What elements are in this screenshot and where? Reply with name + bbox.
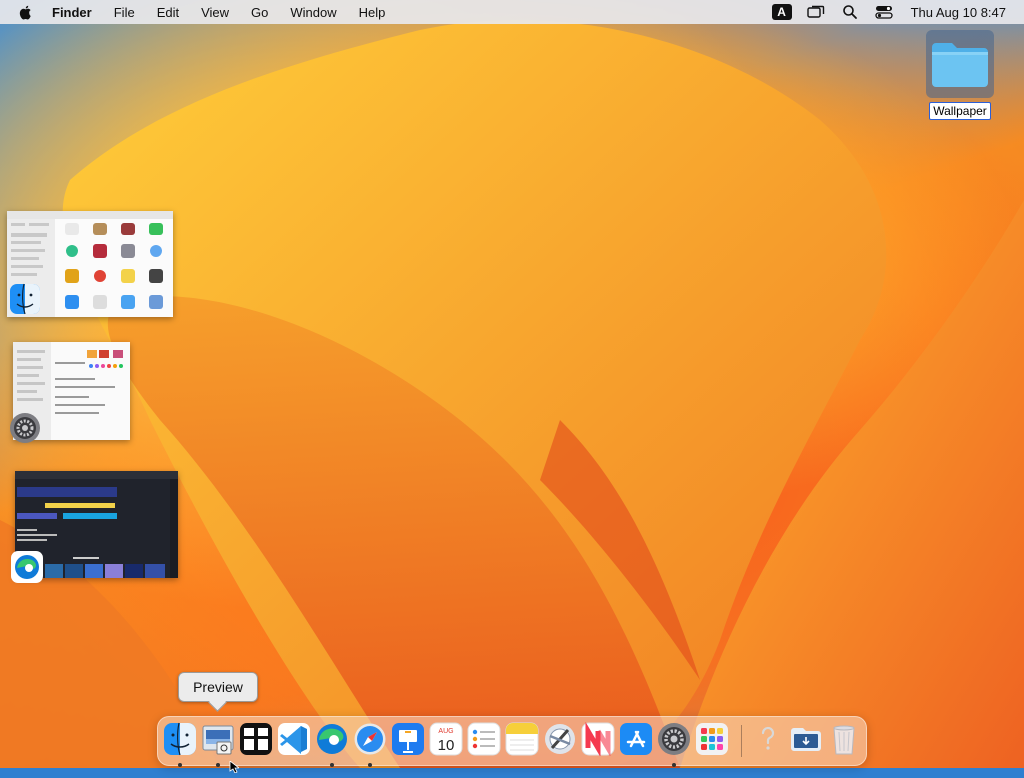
help-icon [761, 726, 775, 750]
mouse-cursor-icon [229, 760, 241, 774]
dock-item-instruments[interactable] [543, 722, 577, 756]
app-store-icon [620, 723, 652, 755]
folder-icon[interactable] [926, 30, 994, 98]
menu-bar-status-area: A Thu Aug 10 8:47 [771, 0, 1024, 24]
preview-icon [202, 725, 234, 755]
menu-view[interactable]: View [201, 5, 229, 20]
dock-item-launchpad[interactable] [695, 722, 729, 756]
vscode-icon [278, 723, 310, 755]
menu-bar-clock[interactable]: Thu Aug 10 8:47 [911, 5, 1006, 20]
dock-item-mission-control[interactable] [239, 722, 273, 756]
running-indicator [368, 763, 372, 767]
dock-item-notes[interactable] [505, 722, 539, 756]
dock-item-news[interactable] [581, 721, 615, 758]
notes-icon [505, 722, 539, 756]
dock-item-calendar[interactable]: AUG 10 [429, 722, 463, 756]
menu-file[interactable]: File [114, 5, 135, 20]
menu-go[interactable]: Go [251, 5, 268, 20]
safari-icon [354, 723, 386, 755]
input-source-icon[interactable]: A [771, 4, 793, 20]
running-indicator [216, 763, 220, 767]
dock-item-reminders[interactable] [467, 722, 501, 756]
screen-mirroring-icon[interactable] [805, 4, 827, 20]
window-thumbnail-finder[interactable] [7, 211, 173, 317]
dock-tooltip: Preview [178, 672, 258, 712]
edge-icon [11, 551, 43, 583]
downloads-folder-icon [791, 728, 821, 751]
launchpad-icon [696, 723, 728, 755]
calendar-icon: AUG 10 [429, 722, 463, 756]
spotlight-search-icon[interactable] [839, 4, 861, 20]
finder-icon [164, 722, 196, 756]
window-thumbnail-system-settings[interactable] [10, 342, 130, 443]
dock-item-help[interactable] [751, 722, 785, 756]
control-center-icon[interactable] [873, 4, 895, 20]
mission-control-icon [240, 723, 272, 755]
keynote-icon [392, 723, 424, 755]
dock-item-app-store[interactable] [619, 722, 653, 756]
dock-item-keynote[interactable] [391, 722, 425, 756]
system-settings-icon [9, 412, 41, 444]
dock-tooltip-label: Preview [193, 679, 243, 695]
dock-item-system-settings[interactable] [657, 722, 691, 767]
dock-item-trash[interactable] [827, 722, 861, 756]
desktop-folder-wallpaper[interactable]: Wallpaper [922, 30, 998, 120]
finder-icon [9, 283, 41, 315]
instruments-icon [545, 724, 575, 754]
dock-separator [741, 725, 742, 757]
news-icon [581, 721, 615, 758]
running-indicator [178, 763, 182, 767]
menu-help[interactable]: Help [359, 5, 386, 20]
calendar-day: 10 [438, 737, 455, 754]
menu-window[interactable]: Window [290, 5, 336, 20]
dock-item-edge[interactable] [315, 722, 349, 767]
window-thumbnail-edge[interactable] [11, 471, 178, 583]
menu-app-name[interactable]: Finder [52, 5, 92, 20]
input-source-badge: A [771, 4, 792, 20]
desktop-wallpaper [0, 0, 1024, 768]
dock: AUG 10 [157, 716, 867, 767]
edge-icon [317, 724, 347, 754]
reminders-icon [467, 722, 501, 756]
running-indicator [672, 763, 676, 767]
trash-icon [833, 725, 855, 755]
system-settings-icon [658, 723, 690, 755]
dock-item-preview[interactable] [201, 722, 235, 767]
calendar-month: AUG [438, 728, 453, 735]
dock-item-vscode[interactable] [277, 722, 311, 756]
dock-item-downloads[interactable] [789, 722, 823, 756]
apple-logo-icon[interactable] [18, 4, 34, 20]
folder-label[interactable]: Wallpaper [929, 102, 991, 120]
running-indicator [330, 763, 334, 767]
menu-edit[interactable]: Edit [157, 5, 179, 20]
dock-item-safari[interactable] [353, 722, 387, 767]
dock-item-finder[interactable] [163, 722, 197, 767]
menu-bar: Finder File Edit View Go Window Help A T… [0, 0, 1024, 24]
